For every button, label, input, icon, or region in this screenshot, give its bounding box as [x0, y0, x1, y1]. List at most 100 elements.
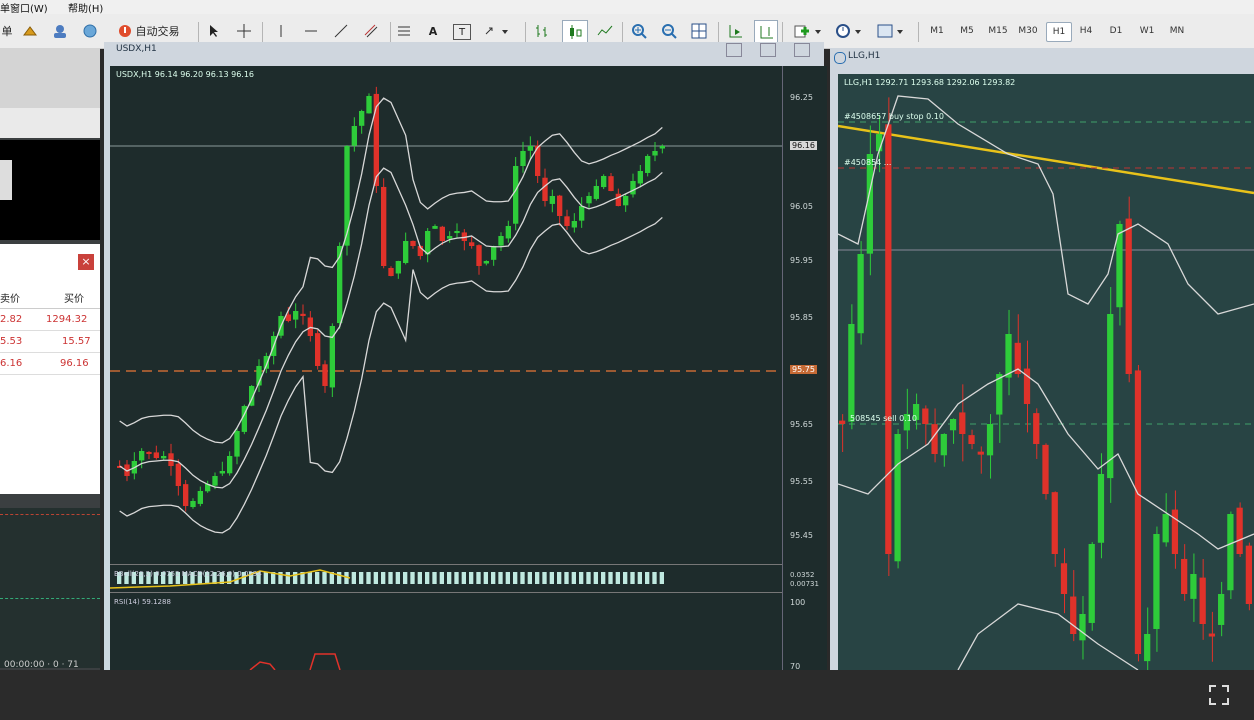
macd-bar	[659, 572, 664, 584]
macd-bar	[549, 572, 554, 584]
candle-body	[608, 176, 614, 191]
text-tool-button[interactable]: A	[425, 20, 441, 42]
timeframe-m5[interactable]: M5	[954, 22, 980, 40]
timeframe-m1[interactable]: M1	[924, 22, 950, 40]
globe-icon[interactable]	[80, 20, 100, 42]
menu-item-window[interactable]: 窗口(W)	[10, 0, 48, 15]
fullscreen-icon[interactable]	[1208, 684, 1230, 706]
timeframe-m15[interactable]: M15	[984, 22, 1012, 40]
candle-body	[894, 434, 901, 562]
macd-bar	[645, 572, 650, 584]
llg-chart-area[interactable]: LLG,H1 1292.71 1293.68 1292.06 1293.82 #…	[838, 74, 1254, 670]
candle-body	[146, 451, 152, 454]
timeframe-h4[interactable]: H4	[1074, 22, 1098, 40]
timeframe-mn[interactable]: MN	[1164, 22, 1190, 40]
menu-item-help[interactable]: 帮助(H)	[68, 0, 103, 15]
candle-body	[425, 231, 431, 255]
bar-chart-icon[interactable]	[532, 20, 554, 42]
crosshair-icon[interactable]	[235, 20, 253, 42]
candle-body	[1033, 413, 1040, 444]
candle-body	[505, 226, 511, 239]
arrows-dropdown[interactable]	[482, 20, 512, 42]
order-label: #450854 ...	[844, 158, 892, 167]
minimize-button[interactable]	[726, 43, 742, 57]
label-tool-button[interactable]: T	[453, 24, 471, 40]
macd-bar	[637, 572, 642, 584]
templates-dropdown[interactable]	[874, 20, 910, 42]
auto-trade-label: 自动交易	[135, 25, 180, 38]
macd-bar	[359, 572, 364, 584]
candle-body	[1051, 492, 1058, 554]
macd-bar	[498, 572, 503, 584]
zoom-out-icon[interactable]	[658, 20, 680, 42]
maximize-button[interactable]	[760, 43, 776, 57]
timeframe-d1[interactable]: D1	[1104, 22, 1128, 40]
menu-item-cut[interactable]: 单	[0, 0, 10, 15]
macd-bar	[564, 572, 569, 584]
panel-header	[0, 108, 100, 138]
candle-body	[227, 456, 233, 474]
macd-bar	[483, 572, 488, 584]
quote-row[interactable]: 2.82 1294.32	[0, 310, 100, 331]
candle-body	[1070, 596, 1077, 634]
gold-icon[interactable]	[20, 20, 40, 42]
candle-chart-icon[interactable]	[562, 20, 588, 44]
auto-trade-button[interactable]: 自动交易	[108, 20, 188, 42]
macd-bar	[630, 572, 635, 584]
trendline-icon[interactable]	[332, 20, 350, 42]
auto-trade-icon	[118, 25, 131, 37]
candle-body	[1190, 574, 1197, 599]
autoscroll-icon[interactable]	[724, 20, 746, 42]
candle-body	[1171, 509, 1179, 554]
timeframe-w1[interactable]: W1	[1134, 22, 1160, 40]
order-label: #4508657 buy stop 0.10	[844, 112, 944, 121]
candle-body	[139, 451, 145, 461]
price-tick: 95.45	[790, 531, 813, 540]
usdx-window-title: USDX,H1	[116, 44, 157, 54]
macd-bar	[513, 572, 518, 584]
periodicity-dropdown[interactable]	[832, 20, 868, 42]
candle-body	[153, 452, 159, 458]
timeframe-h1[interactable]: H1	[1046, 22, 1072, 42]
quote-row[interactable]: 5.53 15.57	[0, 332, 100, 353]
macd-bar	[293, 572, 298, 584]
tile-windows-icon[interactable]	[688, 20, 710, 42]
macd-bar	[307, 572, 312, 584]
fibonacci-icon[interactable]	[395, 20, 413, 42]
candle-body	[857, 254, 864, 334]
macd-bar	[315, 572, 320, 584]
price-tick: 96.25	[790, 93, 813, 102]
candle-body	[491, 246, 497, 260]
candle-body	[652, 151, 658, 156]
cursor-icon[interactable]	[205, 20, 223, 42]
macd-bar	[520, 572, 525, 584]
timeframe-m30[interactable]: M30	[1014, 22, 1042, 40]
macd-bar	[439, 572, 444, 584]
candle-body	[293, 311, 299, 320]
quote-bid: 2.82	[0, 314, 23, 325]
horizontal-line-icon[interactable]	[302, 20, 320, 42]
chart-window-icon	[834, 52, 846, 64]
indicators-dropdown[interactable]	[790, 20, 826, 42]
vertical-line-icon[interactable]	[272, 20, 290, 42]
candle-body	[949, 419, 957, 431]
bottom-bar	[0, 670, 1254, 720]
price-tick: 96.05	[790, 202, 813, 211]
line-chart-icon[interactable]	[594, 20, 616, 42]
macd-bar	[579, 572, 584, 584]
candle-body	[1107, 314, 1114, 479]
candle-body	[476, 245, 482, 266]
usdx-chart-area[interactable]: USDX,H1 96.14 96.20 96.13 96.16 BBoll(20…	[110, 66, 782, 670]
candle-body	[586, 196, 592, 204]
macd-bar	[491, 572, 496, 584]
users-icon[interactable]	[50, 20, 70, 42]
chart-shift-icon[interactable]	[754, 20, 778, 44]
quote-row[interactable]: 6.16 96.16	[0, 354, 100, 375]
macd-bar	[527, 572, 532, 584]
zoom-in-icon[interactable]	[628, 20, 650, 42]
close-window-button[interactable]	[794, 43, 810, 57]
quote-ask: 96.16	[60, 358, 89, 369]
close-button[interactable]: ×	[78, 254, 94, 270]
channel-icon[interactable]	[362, 20, 380, 42]
llg-candles	[838, 95, 1254, 670]
